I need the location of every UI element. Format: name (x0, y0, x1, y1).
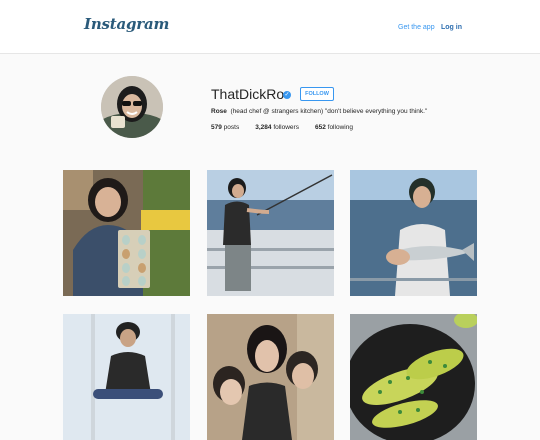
profile-stats: 579 posts 3,284 followers 652 following (211, 124, 353, 131)
profile-bio-text: (head chef @ strangers kitchen) "don't b… (230, 108, 428, 115)
following-label: following (327, 124, 353, 131)
profile-avatar[interactable] (101, 76, 163, 138)
posts-count: 579 (211, 124, 222, 131)
log-in-link[interactable]: Log in (441, 24, 462, 31)
followers-count: 3,284 (255, 124, 272, 131)
top-nav-bar: Instagram Get the app Log in (0, 0, 540, 54)
posts-stat: 579 posts (211, 124, 239, 131)
profile-bio: Rose (head chef @ strangers kitchen) "do… (211, 108, 427, 115)
post-thumbnail-4[interactable] (63, 314, 190, 440)
following-stat[interactable]: 652 following (315, 124, 353, 131)
post-thumbnail-5[interactable] (207, 314, 334, 440)
post-thumbnail-2[interactable] (207, 170, 334, 296)
post-thumbnail-3[interactable] (350, 170, 477, 296)
following-count: 652 (314, 124, 326, 131)
followers-stat[interactable]: 3,284 followers (255, 124, 299, 131)
get-the-app-link[interactable]: Get the app (398, 24, 435, 31)
profile-username: ThatDickRo (211, 86, 285, 102)
instagram-logo[interactable]: Instagram (84, 15, 169, 33)
post-thumbnail-1[interactable] (63, 170, 190, 296)
posts-label: posts (223, 124, 240, 131)
followers-label: followers (273, 124, 299, 131)
profile-full-name: Rose (211, 108, 227, 115)
verified-badge-icon: ✓ (283, 91, 291, 99)
post-thumbnail-6[interactable] (350, 314, 477, 440)
follow-button[interactable]: FOLLOW (300, 87, 334, 101)
